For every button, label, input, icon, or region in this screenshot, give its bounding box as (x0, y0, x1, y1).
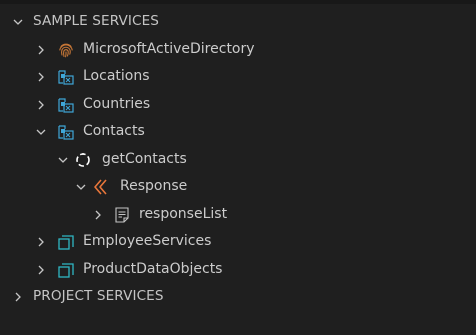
tree-item-locations[interactable]: Locations (0, 63, 476, 90)
chevron-right-icon[interactable] (33, 262, 49, 278)
service-icon (57, 233, 75, 251)
tree-item-get-contacts[interactable]: getContacts (0, 146, 476, 173)
tree-item-product-data-objects[interactable]: ProductDataObjects (0, 256, 476, 283)
panel-top-border (0, 0, 476, 4)
chevron-down-icon[interactable] (73, 179, 89, 195)
response-icon (93, 178, 111, 196)
operation-icon (74, 151, 92, 169)
tree-item-response[interactable]: Response (0, 173, 476, 200)
tree-item-countries[interactable]: Countries (0, 91, 476, 118)
tree-item-label: getContacts (102, 151, 187, 167)
chevron-down-icon[interactable] (33, 124, 49, 140)
chevron-right-icon[interactable] (33, 69, 49, 85)
tree-item-response-list[interactable]: responseList (0, 201, 476, 228)
tree-item-label: MicrosoftActiveDirectory (83, 41, 255, 57)
document-icon (113, 206, 131, 224)
section-title: PROJECT SERVICES (33, 288, 164, 304)
tree-item-label: responseList (139, 206, 228, 222)
chevron-right-icon[interactable] (33, 97, 49, 113)
tree-item-contacts[interactable]: Contacts (0, 118, 476, 145)
fingerprint-icon (57, 41, 75, 59)
tree-item-label: Locations (83, 68, 150, 84)
api-icon (57, 96, 75, 114)
chevron-down-icon[interactable] (55, 152, 71, 168)
section-title: SAMPLE SERVICES (33, 13, 160, 29)
tree-item-label: EmployeeServices (83, 233, 212, 249)
section-project-services[interactable]: PROJECT SERVICES (0, 283, 476, 310)
tree-item-label: Countries (83, 96, 151, 112)
section-sample-services[interactable]: SAMPLE SERVICES (0, 8, 476, 35)
chevron-right-icon[interactable] (33, 42, 49, 58)
tree-item-microsoft-active-directory[interactable]: MicrosoftActiveDirectory (0, 36, 476, 63)
chevron-right-icon[interactable] (90, 207, 106, 223)
chevron-right-icon[interactable] (10, 289, 26, 305)
chevron-right-icon[interactable] (33, 234, 49, 250)
tree-item-label: Response (120, 178, 188, 194)
tree-item-employee-services[interactable]: EmployeeServices (0, 228, 476, 255)
api-icon (57, 68, 75, 86)
tree-item-label: Contacts (83, 123, 145, 139)
tree-item-label: ProductDataObjects (83, 261, 223, 277)
service-icon (57, 261, 75, 279)
chevron-down-icon[interactable] (10, 14, 26, 30)
api-icon (57, 123, 75, 141)
